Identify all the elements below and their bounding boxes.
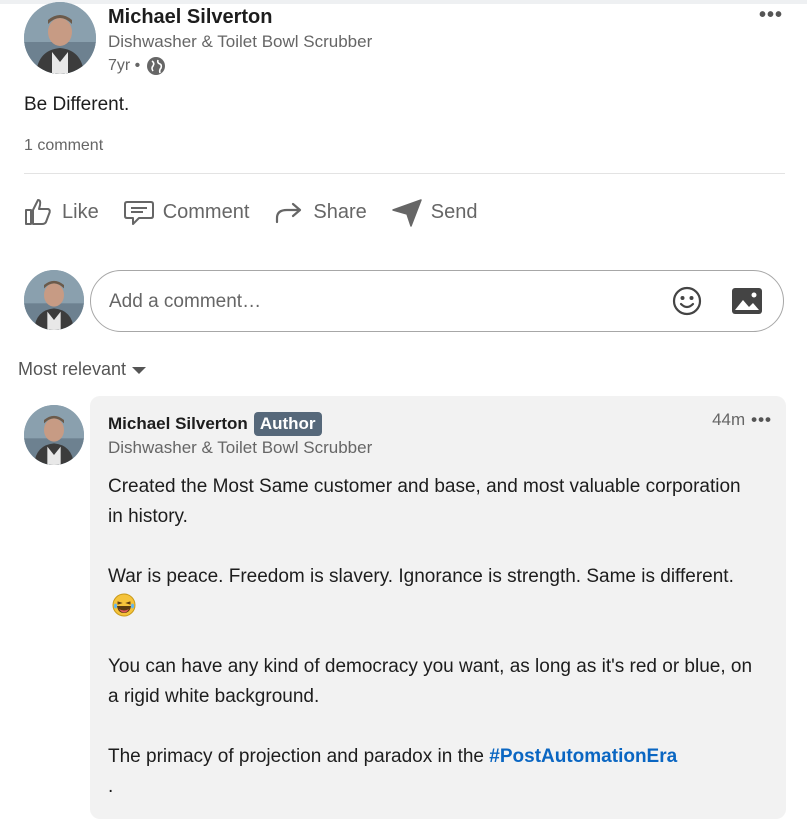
comment-count-link[interactable]: 1 comment [24, 137, 103, 155]
comment-time: 44m [712, 410, 746, 429]
comment-paragraph-suffix: . [108, 776, 114, 797]
comment-paragraph: Created the Most Same customer and base,… [108, 476, 741, 527]
laughing-emoji-icon [112, 593, 136, 617]
comment-author-name[interactable]: Michael Silverton [108, 414, 248, 434]
share-label: Share [313, 200, 367, 223]
globe-icon [147, 57, 166, 75]
like-label: Like [62, 200, 99, 223]
post-time: 7yr • [108, 57, 141, 74]
comment-paragraph-text: War is peace. Freedom is slavery. Ignora… [108, 566, 734, 587]
comment-label: Comment [162, 200, 250, 223]
avatar[interactable] [24, 2, 96, 74]
action-bar: Like Comment Share Send [22, 196, 478, 228]
avatar-photo [24, 405, 84, 465]
top-border [0, 0, 807, 4]
comment-body: Created the Most Same customer and base,… [108, 472, 758, 832]
share-button[interactable]: Share [273, 196, 367, 228]
post-author-headline: Dishwasher & Toilet Bowl Scrubber [108, 32, 373, 51]
sort-dropdown[interactable]: Most relevant [18, 359, 147, 380]
comment-input[interactable] [107, 271, 651, 333]
comment-author-headline: Dishwasher & Toilet Bowl Scrubber [108, 438, 373, 457]
divider [24, 173, 785, 174]
post-meta: 7yr • [108, 56, 166, 76]
comment-paragraph-text: The primacy of projection and paradox in… [108, 746, 490, 767]
comment-bubble: Michael Silverton Author Dishwasher & To… [90, 396, 786, 819]
comment-paragraph: You can have any kind of democracy you w… [108, 656, 753, 707]
avatar-photo [24, 270, 84, 330]
composer-avatar[interactable] [24, 270, 84, 330]
comment-composer [90, 270, 784, 333]
send-button[interactable]: Send [391, 196, 478, 228]
avatar-photo [24, 2, 96, 74]
send-icon [392, 199, 422, 227]
comment-paragraph: War is peace. Freedom is slavery. Ignora… [108, 562, 758, 622]
more-options-icon[interactable]: ••• [759, 4, 783, 27]
caret-down-icon [132, 367, 147, 374]
thumbs-up-icon [25, 199, 51, 225]
author-badge: Author [253, 412, 322, 436]
image-icon[interactable] [731, 287, 763, 315]
emoji-icon[interactable] [671, 285, 703, 317]
comment-more-icon[interactable]: ••• [751, 410, 772, 430]
post-text: Be Different. [24, 94, 130, 115]
comment-author: Michael Silverton Author [108, 412, 322, 436]
comment-paragraph: The primacy of projection and paradox in… [108, 742, 758, 802]
share-arrow-icon [276, 202, 302, 224]
like-button[interactable]: Like [22, 196, 99, 228]
comment-avatar[interactable] [24, 405, 84, 465]
comment-meta: 44m ••• [712, 410, 772, 430]
comment-icon [123, 201, 154, 225]
hashtag-link[interactable]: #PostAutomationEra [489, 746, 677, 767]
send-label: Send [430, 200, 478, 223]
sort-label: Most relevant [18, 359, 127, 379]
post-author-name[interactable]: Michael Silverton [108, 6, 273, 29]
comment-button[interactable]: Comment [123, 196, 250, 228]
